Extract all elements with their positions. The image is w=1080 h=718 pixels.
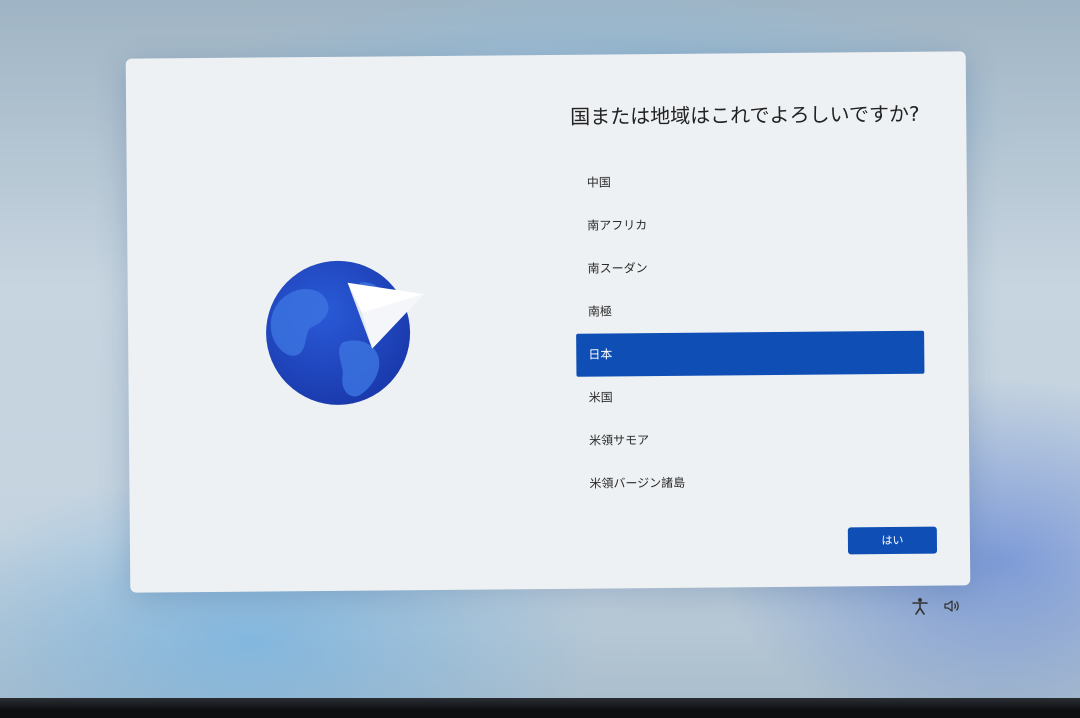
globe-with-paper-plane-icon (266, 260, 424, 405)
globe-illustration (263, 256, 434, 407)
dialog-title: 国または地域はこれでよろしいですか? (570, 101, 920, 129)
monitor-bezel (0, 698, 1080, 718)
list-item-china[interactable]: 中国 (575, 159, 923, 205)
accessibility-icon[interactable] (910, 597, 930, 615)
list-item-american-samoa[interactable]: 米領サモア (577, 417, 925, 463)
country-list[interactable]: 中国 南アフリカ 南スーダン 南極 日本 米国 米領サモア 米領バージン諸島 (575, 159, 926, 506)
list-item-south-sudan[interactable]: 南スーダン (575, 245, 923, 291)
list-item-us-virgin-islands[interactable]: 米領バージン諸島 (577, 460, 925, 506)
yes-button[interactable]: はい (847, 526, 938, 555)
volume-icon[interactable] (942, 597, 962, 615)
list-item-south-africa[interactable]: 南アフリカ (575, 202, 923, 248)
setup-dialog: 国または地域はこれでよろしいですか? 中国 南アフリカ 南スーダン 南極 日本 … (125, 51, 971, 593)
list-item-japan-selected[interactable]: 日本 (576, 330, 925, 377)
list-item-usa[interactable]: 米国 (576, 374, 924, 420)
list-item-antarctica[interactable]: 南極 (576, 288, 924, 334)
